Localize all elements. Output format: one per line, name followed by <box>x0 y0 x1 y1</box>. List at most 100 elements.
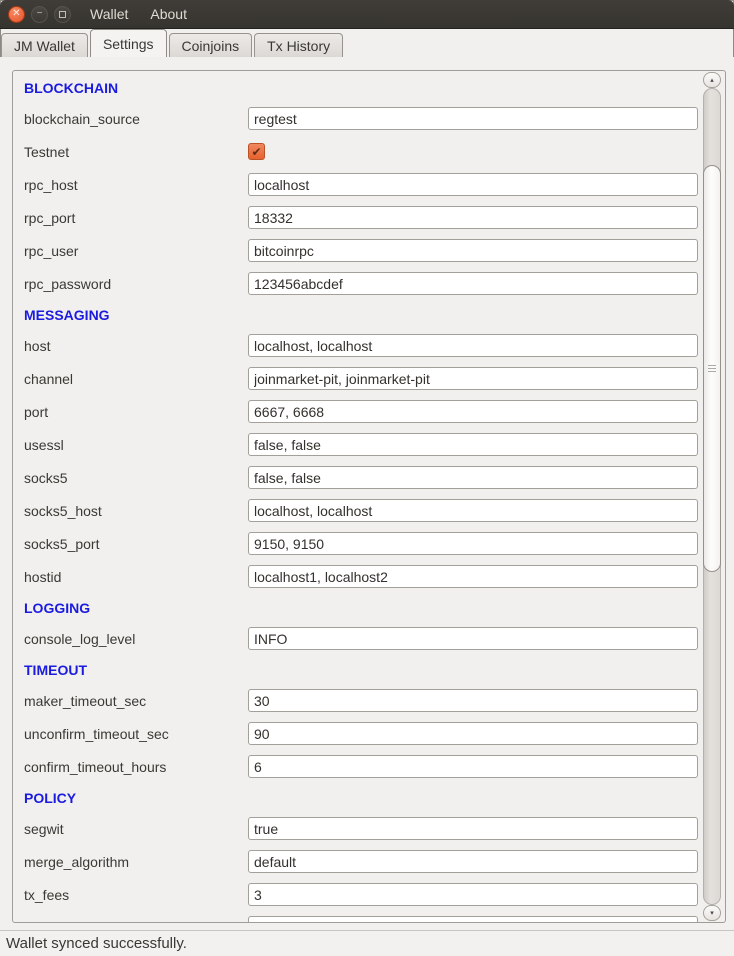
field-input-blockchain-source[interactable] <box>248 107 698 130</box>
window-controls: ✕ − <box>8 6 71 23</box>
menu-item-about[interactable]: About <box>139 0 198 29</box>
field-row-confirm-timeout-hours: confirm_timeout_hours <box>24 750 698 783</box>
field-row-socks5-host: socks5_host <box>24 494 698 527</box>
scrollbar-thumb[interactable] <box>703 165 721 572</box>
field-row-absurd-fee-per-kb: absurd_fee_per_kb <box>24 911 698 923</box>
field-label-socks5-host: socks5_host <box>24 503 248 519</box>
close-icon: ✕ <box>12 9 20 19</box>
section-header-policy: POLICY <box>24 783 698 812</box>
minimize-icon: − <box>37 9 43 19</box>
field-input-confirm-timeout-hours[interactable] <box>248 755 698 778</box>
tab-bar: JM WalletSettingsCoinjoinsTx History <box>0 29 734 57</box>
field-label-blockchain-source: blockchain_source <box>24 111 248 127</box>
field-input-hostid[interactable] <box>248 565 698 588</box>
app-window: ✕ − WalletAbout JM WalletSettingsCoinjoi… <box>0 0 734 956</box>
field-row-rpc-port: rpc_port <box>24 201 698 234</box>
maximize-button[interactable] <box>54 6 71 23</box>
field-input-merge-algorithm[interactable] <box>248 850 698 873</box>
field-input-unconfirm-timeout-sec[interactable] <box>248 722 698 745</box>
field-input-rpc-port[interactable] <box>248 206 698 229</box>
maximize-icon <box>59 11 66 18</box>
field-input-tx-fees[interactable] <box>248 883 698 906</box>
status-message: Wallet synced successfully. <box>6 935 187 952</box>
field-label-host: host <box>24 338 248 354</box>
vertical-scrollbar: ▴ ▾ <box>703 72 721 921</box>
field-row-segwit: segwit <box>24 812 698 845</box>
field-row-port: port <box>24 395 698 428</box>
section-header-blockchain: BLOCKCHAIN <box>24 73 698 102</box>
field-input-channel[interactable] <box>248 367 698 390</box>
tab-jm-wallet[interactable]: JM Wallet <box>1 33 88 57</box>
field-label-port: port <box>24 404 248 420</box>
field-label-testnet: Testnet <box>24 144 248 160</box>
field-input-socks5-host[interactable] <box>248 499 698 522</box>
field-label-usessl: usessl <box>24 437 248 453</box>
field-input-usessl[interactable] <box>248 433 698 456</box>
tab-tx-history[interactable]: Tx History <box>254 33 343 57</box>
field-label-segwit: segwit <box>24 821 248 837</box>
field-label-rpc-password: rpc_password <box>24 276 248 292</box>
scroll-down-button[interactable]: ▾ <box>703 905 721 921</box>
field-input-rpc-host[interactable] <box>248 173 698 196</box>
field-input-rpc-password[interactable] <box>248 272 698 295</box>
field-row-console-log-level: console_log_level <box>24 622 698 655</box>
field-label-rpc-host: rpc_host <box>24 177 248 193</box>
scrollbar-grip-icon <box>708 365 716 373</box>
field-label-absurd-fee-per-kb: absurd_fee_per_kb <box>24 920 248 924</box>
field-row-socks5: socks5 <box>24 461 698 494</box>
field-input-socks5[interactable] <box>248 466 698 489</box>
field-row-blockchain-source: blockchain_source <box>24 102 698 135</box>
field-label-channel: channel <box>24 371 248 387</box>
settings-form: BLOCKCHAIN blockchain_source Testnet✔ rpc_h… <box>13 71 725 923</box>
section-header-messaging: MESSAGING <box>24 300 698 329</box>
field-row-tx-fees: tx_fees <box>24 878 698 911</box>
menubar: WalletAbout <box>79 0 198 29</box>
status-bar: Wallet synced successfully. <box>0 930 734 956</box>
field-label-merge-algorithm: merge_algorithm <box>24 854 248 870</box>
arrow-up-icon: ▴ <box>710 77 714 84</box>
settings-scroll-area: BLOCKCHAIN blockchain_source Testnet✔ rpc_h… <box>12 70 726 923</box>
main-pane: BLOCKCHAIN blockchain_source Testnet✔ rpc_h… <box>0 57 734 930</box>
scroll-up-button[interactable]: ▴ <box>703 72 721 88</box>
close-button[interactable]: ✕ <box>8 6 25 23</box>
field-label-console-log-level: console_log_level <box>24 631 248 647</box>
field-label-rpc-user: rpc_user <box>24 243 248 259</box>
tab-settings[interactable]: Settings <box>90 29 167 57</box>
field-label-socks5: socks5 <box>24 470 248 486</box>
field-label-unconfirm-timeout-sec: unconfirm_timeout_sec <box>24 726 248 742</box>
minimize-button[interactable]: − <box>31 6 48 23</box>
field-input-console-log-level[interactable] <box>248 627 698 650</box>
field-input-socks5-port[interactable] <box>248 532 698 555</box>
field-row-rpc-host: rpc_host <box>24 168 698 201</box>
field-label-tx-fees: tx_fees <box>24 887 248 903</box>
field-row-unconfirm-timeout-sec: unconfirm_timeout_sec <box>24 717 698 750</box>
field-input-host[interactable] <box>248 334 698 357</box>
field-input-segwit[interactable] <box>248 817 698 840</box>
field-input-maker-timeout-sec[interactable] <box>248 689 698 712</box>
field-row-socks5-port: socks5_port <box>24 527 698 560</box>
field-input-port[interactable] <box>248 400 698 423</box>
field-row-rpc-user: rpc_user <box>24 234 698 267</box>
section-header-logging: LOGGING <box>24 593 698 622</box>
field-row-channel: channel <box>24 362 698 395</box>
field-row-host: host <box>24 329 698 362</box>
check-icon: ✔ <box>251 146 261 158</box>
field-row-usessl: usessl <box>24 428 698 461</box>
titlebar: ✕ − WalletAbout <box>0 0 734 29</box>
field-input-rpc-user[interactable] <box>248 239 698 262</box>
menu-item-wallet[interactable]: Wallet <box>79 0 139 29</box>
field-row-merge-algorithm: merge_algorithm <box>24 845 698 878</box>
section-header-timeout: TIMEOUT <box>24 655 698 684</box>
field-row-testnet: Testnet✔ <box>24 135 698 168</box>
scrollbar-track[interactable] <box>703 88 721 905</box>
field-input-absurd-fee-per-kb[interactable] <box>248 916 698 923</box>
testnet-checkbox[interactable]: ✔ <box>248 143 265 160</box>
tab-coinjoins[interactable]: Coinjoins <box>169 33 253 57</box>
field-label-hostid: hostid <box>24 569 248 585</box>
field-row-hostid: hostid <box>24 560 698 593</box>
field-label-socks5-port: socks5_port <box>24 536 248 552</box>
field-row-maker-timeout-sec: maker_timeout_sec <box>24 684 698 717</box>
field-row-rpc-password: rpc_password <box>24 267 698 300</box>
field-label-maker-timeout-sec: maker_timeout_sec <box>24 693 248 709</box>
field-label-rpc-port: rpc_port <box>24 210 248 226</box>
